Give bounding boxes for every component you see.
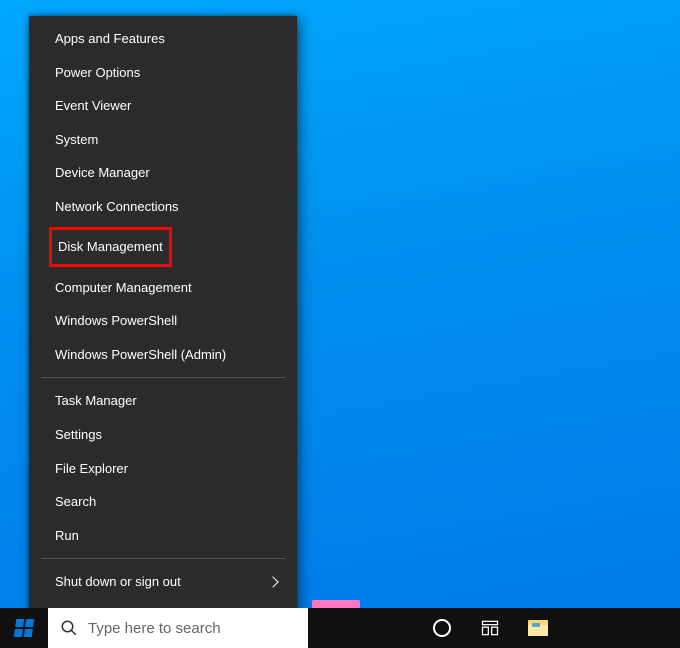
menu-item-computer-management[interactable]: Computer Management xyxy=(29,271,297,305)
menu-item-apps-features[interactable]: Apps and Features xyxy=(29,22,297,56)
task-view-icon xyxy=(480,618,500,638)
taskbar-icons xyxy=(358,608,562,648)
start-button[interactable] xyxy=(0,608,48,648)
menu-item-disk-management[interactable]: Disk Management xyxy=(49,227,172,267)
menu-separator xyxy=(41,558,285,559)
menu-item-device-manager[interactable]: Device Manager xyxy=(29,156,297,190)
menu-item-system[interactable]: System xyxy=(29,123,297,157)
menu-item-shutdown-signout[interactable]: Shut down or sign out xyxy=(29,565,297,599)
menu-item-windows-powershell[interactable]: Windows PowerShell xyxy=(29,304,297,338)
folder-icon xyxy=(528,620,548,636)
taskbar-search-box[interactable]: Type here to search xyxy=(48,608,308,648)
task-view-button[interactable] xyxy=(466,608,514,648)
windows-logo-icon xyxy=(14,619,35,637)
cortana-circle-icon xyxy=(433,619,451,637)
menu-item-file-explorer[interactable]: File Explorer xyxy=(29,452,297,486)
winx-context-menu: Apps and Features Power Options Event Vi… xyxy=(29,16,297,638)
menu-separator xyxy=(41,377,285,378)
taskbar: Type here to search xyxy=(0,608,680,648)
menu-item-windows-powershell-admin[interactable]: Windows PowerShell (Admin) xyxy=(29,338,297,372)
menu-item-network-connections[interactable]: Network Connections xyxy=(29,190,297,224)
menu-item-task-manager[interactable]: Task Manager xyxy=(29,384,297,418)
menu-item-run[interactable]: Run xyxy=(29,519,297,553)
menu-item-power-options[interactable]: Power Options xyxy=(29,56,297,90)
file-explorer-button[interactable] xyxy=(514,608,562,648)
menu-item-search[interactable]: Search xyxy=(29,485,297,519)
search-icon xyxy=(60,619,78,637)
desktop-background: Apps and Features Power Options Event Vi… xyxy=(0,0,680,648)
menu-item-settings[interactable]: Settings xyxy=(29,418,297,452)
search-placeholder: Type here to search xyxy=(88,620,221,637)
menu-item-event-viewer[interactable]: Event Viewer xyxy=(29,89,297,123)
cortana-button[interactable] xyxy=(418,608,466,648)
